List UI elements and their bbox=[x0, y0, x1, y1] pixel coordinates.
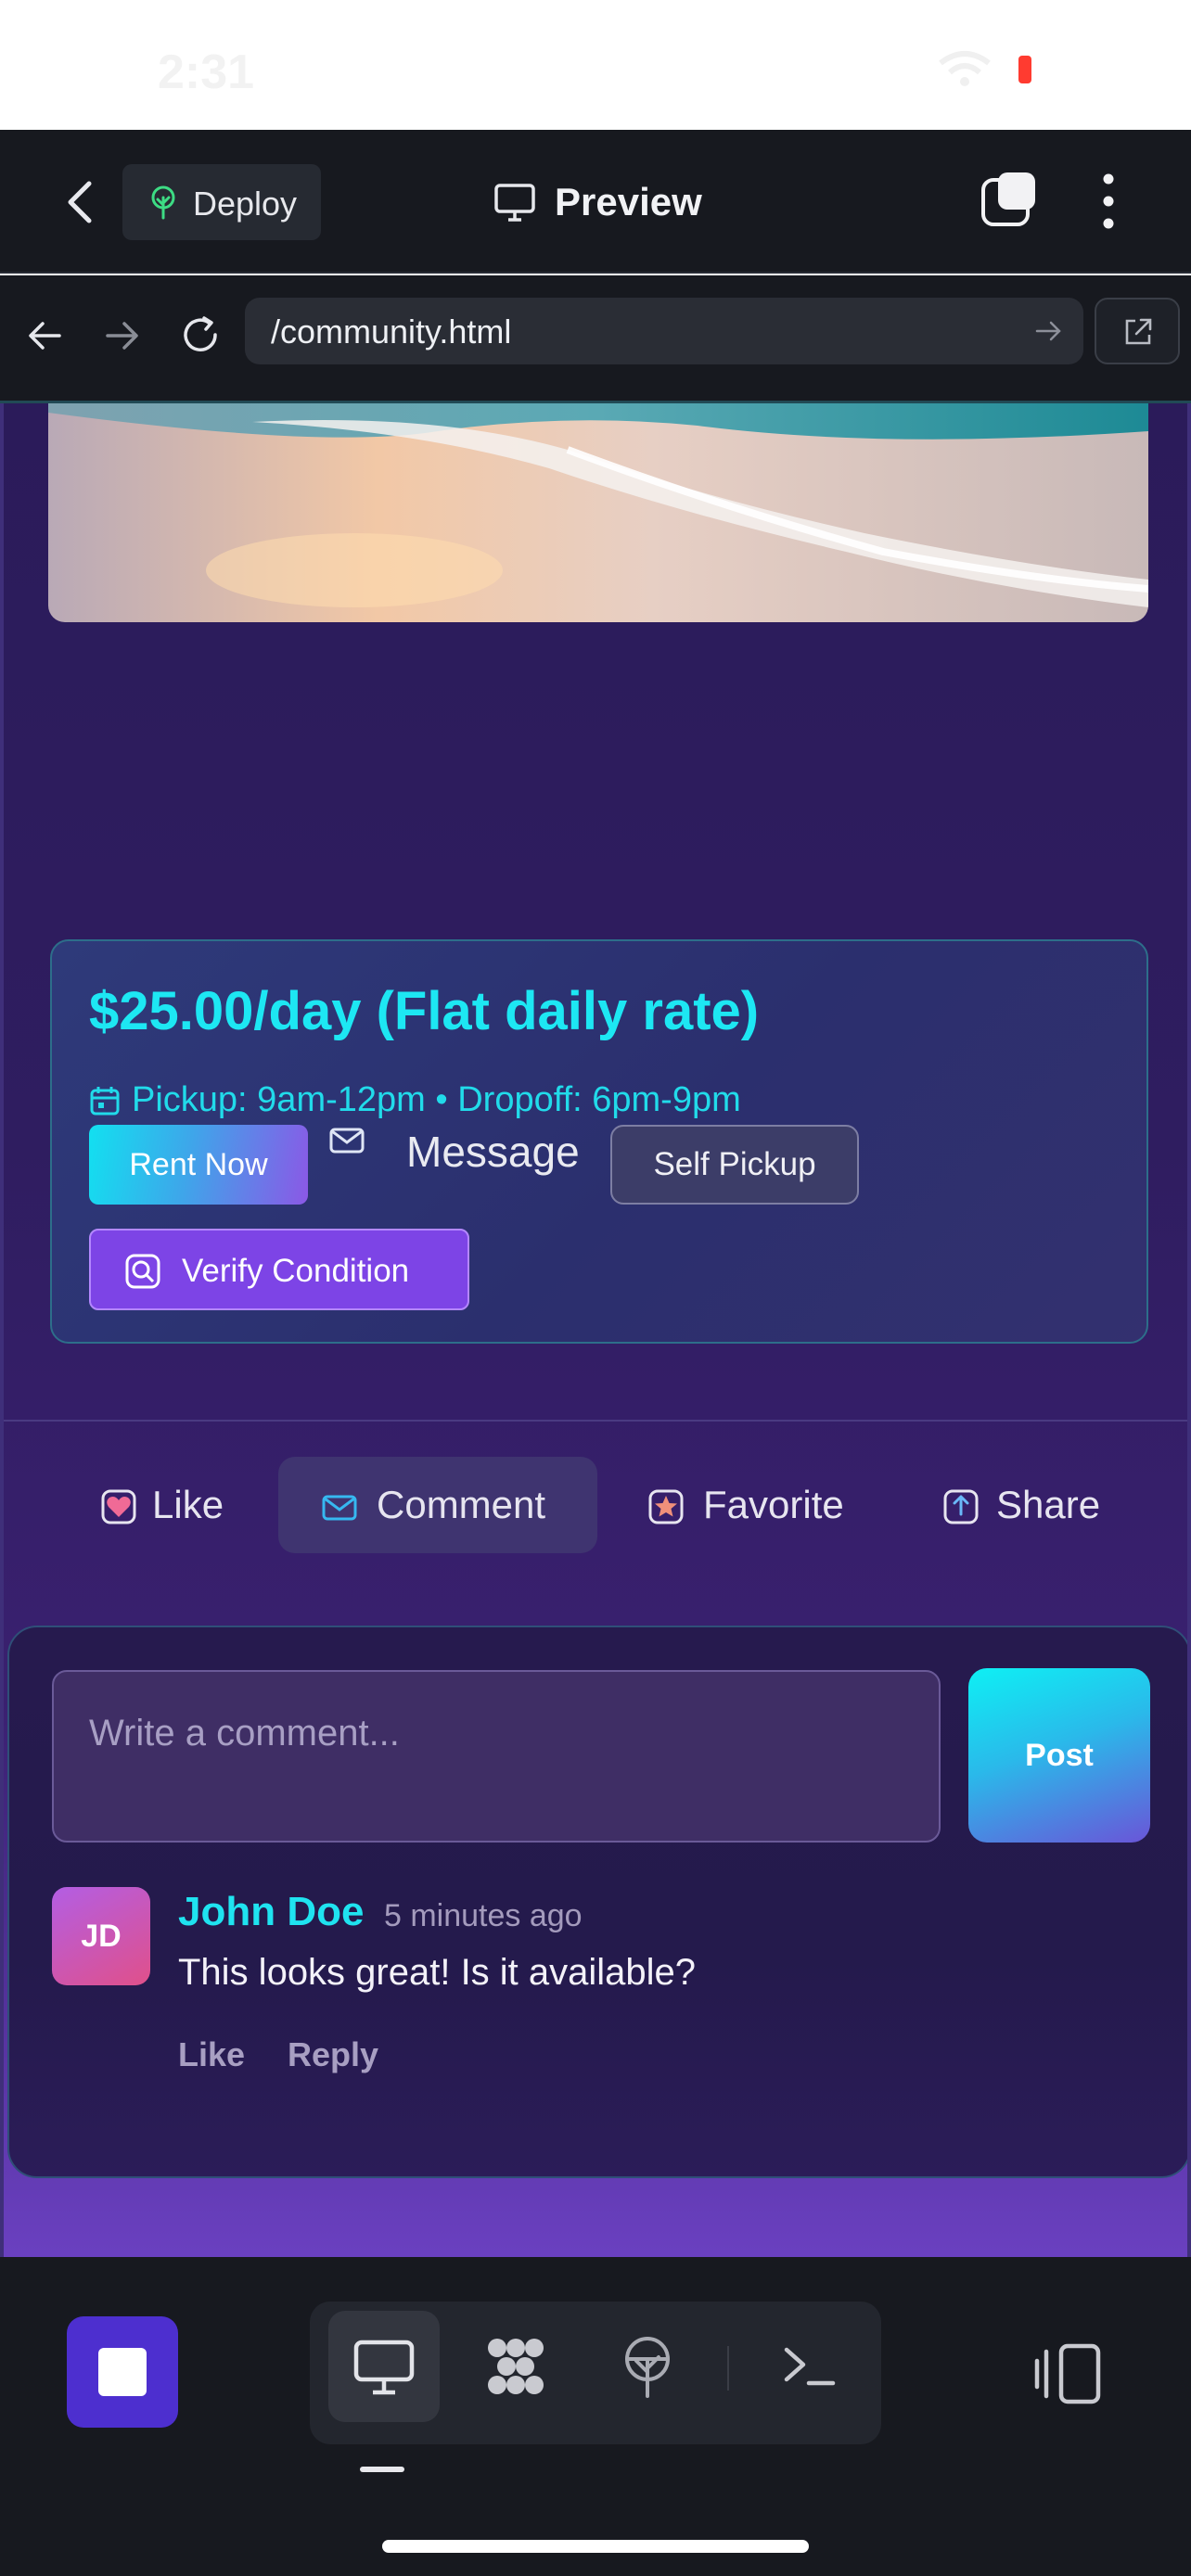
envelope-icon bbox=[322, 1495, 357, 1521]
terminal-tab[interactable] bbox=[753, 2311, 864, 2422]
message-button[interactable]: Message bbox=[406, 1127, 580, 1177]
heart-icon bbox=[101, 1489, 136, 1524]
like-button[interactable]: Like bbox=[93, 1457, 241, 1553]
device-toggle-icon[interactable] bbox=[1031, 2342, 1104, 2405]
url-field[interactable]: /community.html bbox=[245, 298, 1083, 364]
comment-text: This looks great! Is it available? bbox=[178, 1952, 697, 1993]
terminal-icon bbox=[784, 2347, 836, 2386]
comment-reply-button[interactable]: Reply bbox=[288, 2035, 378, 2074]
deploy-tab[interactable] bbox=[592, 2311, 703, 2422]
toolbar-separator bbox=[727, 2346, 729, 2391]
share-icon bbox=[943, 1489, 979, 1524]
recording-indicator bbox=[1018, 56, 1031, 83]
comment-author[interactable]: John Doe bbox=[178, 1889, 364, 1935]
avatar: JD bbox=[52, 1887, 150, 1985]
comment-label: Comment bbox=[377, 1483, 546, 1526]
bottom-toolbar bbox=[0, 2257, 1191, 2576]
star-icon bbox=[648, 1489, 684, 1524]
monitor-icon bbox=[494, 184, 535, 222]
page-content[interactable]: $25.00/day (Flat daily rate) Pickup: 9am… bbox=[0, 403, 1191, 2257]
windows-icon[interactable] bbox=[980, 171, 1037, 228]
arrow-right-icon[interactable] bbox=[98, 312, 145, 359]
comment-like-button[interactable]: Like bbox=[178, 2035, 245, 2074]
tool-group bbox=[310, 2302, 881, 2444]
url-text: /community.html bbox=[271, 312, 512, 351]
arrow-left-icon[interactable] bbox=[22, 312, 69, 359]
favorite-label: Favorite bbox=[703, 1483, 844, 1526]
tree-icon bbox=[151, 185, 175, 220]
stop-button[interactable] bbox=[67, 2316, 178, 2428]
monitor-icon bbox=[353, 2340, 415, 2395]
favorite-button[interactable]: Favorite bbox=[644, 1457, 866, 1553]
status-bar: 2:31 bbox=[0, 0, 1191, 130]
stop-icon bbox=[98, 2348, 147, 2396]
refresh-icon[interactable] bbox=[178, 312, 224, 359]
workspace-tab[interactable] bbox=[460, 2311, 571, 2422]
divider bbox=[4, 1420, 1187, 1422]
open-external-button[interactable] bbox=[1095, 298, 1180, 364]
envelope-icon[interactable] bbox=[328, 1127, 365, 1154]
comment-button[interactable]: Comment bbox=[278, 1457, 597, 1553]
wifi-icon bbox=[939, 51, 991, 86]
active-tab-indicator bbox=[360, 2467, 404, 2472]
browser-toolbar: /community.html bbox=[0, 275, 1191, 403]
verify-condition-button[interactable]: Verify Condition bbox=[89, 1229, 469, 1310]
tree-icon bbox=[625, 2337, 670, 2398]
comment-placeholder: Write a comment... bbox=[89, 1713, 400, 1753]
preview-tab[interactable] bbox=[328, 2311, 440, 2422]
self-pickup-button[interactable]: Self Pickup bbox=[610, 1125, 859, 1205]
share-label: Share bbox=[996, 1483, 1101, 1526]
like-label: Like bbox=[152, 1483, 224, 1526]
more-icon[interactable] bbox=[1095, 171, 1122, 232]
calendar-icon bbox=[90, 1087, 120, 1116]
deploy-label: Deploy bbox=[193, 185, 298, 223]
rent-now-button[interactable]: Rent Now bbox=[89, 1125, 308, 1205]
listing-image bbox=[48, 403, 1148, 622]
verify-condition-label: Verify Condition bbox=[182, 1253, 410, 1289]
page-title: Preview bbox=[555, 180, 702, 223]
home-indicator bbox=[382, 2540, 809, 2553]
go-arrow-icon[interactable] bbox=[1033, 316, 1063, 346]
external-link-icon bbox=[1125, 318, 1152, 345]
deploy-button[interactable]: Deploy bbox=[122, 164, 321, 240]
comments-panel: Write a comment... Post JD John Doe 5 mi… bbox=[7, 1626, 1187, 2178]
price-text: $25.00/day (Flat daily rate) bbox=[89, 981, 760, 1041]
pickup-text: Pickup: 9am-12pm • Dropoff: 6pm-9pm bbox=[132, 1080, 741, 1119]
price-card: $25.00/day (Flat daily rate) Pickup: 9am… bbox=[50, 939, 1148, 1344]
pickup-hours: Pickup: 9am-12pm • Dropoff: 6pm-9pm bbox=[89, 1080, 741, 1120]
post-button[interactable]: Post bbox=[968, 1668, 1150, 1843]
comment-time: 5 minutes ago bbox=[384, 1898, 583, 1933]
share-button[interactable]: Share bbox=[941, 1457, 1126, 1553]
comment-input[interactable]: Write a comment... bbox=[52, 1670, 941, 1843]
status-time: 2:31 bbox=[158, 45, 255, 99]
search-icon bbox=[125, 1254, 160, 1289]
grid-icon bbox=[488, 2339, 544, 2394]
post-actions: Like Comment Favorite Share bbox=[4, 1457, 1187, 1553]
app-bar: Deploy Preview bbox=[0, 130, 1191, 274]
back-icon[interactable] bbox=[56, 174, 102, 230]
